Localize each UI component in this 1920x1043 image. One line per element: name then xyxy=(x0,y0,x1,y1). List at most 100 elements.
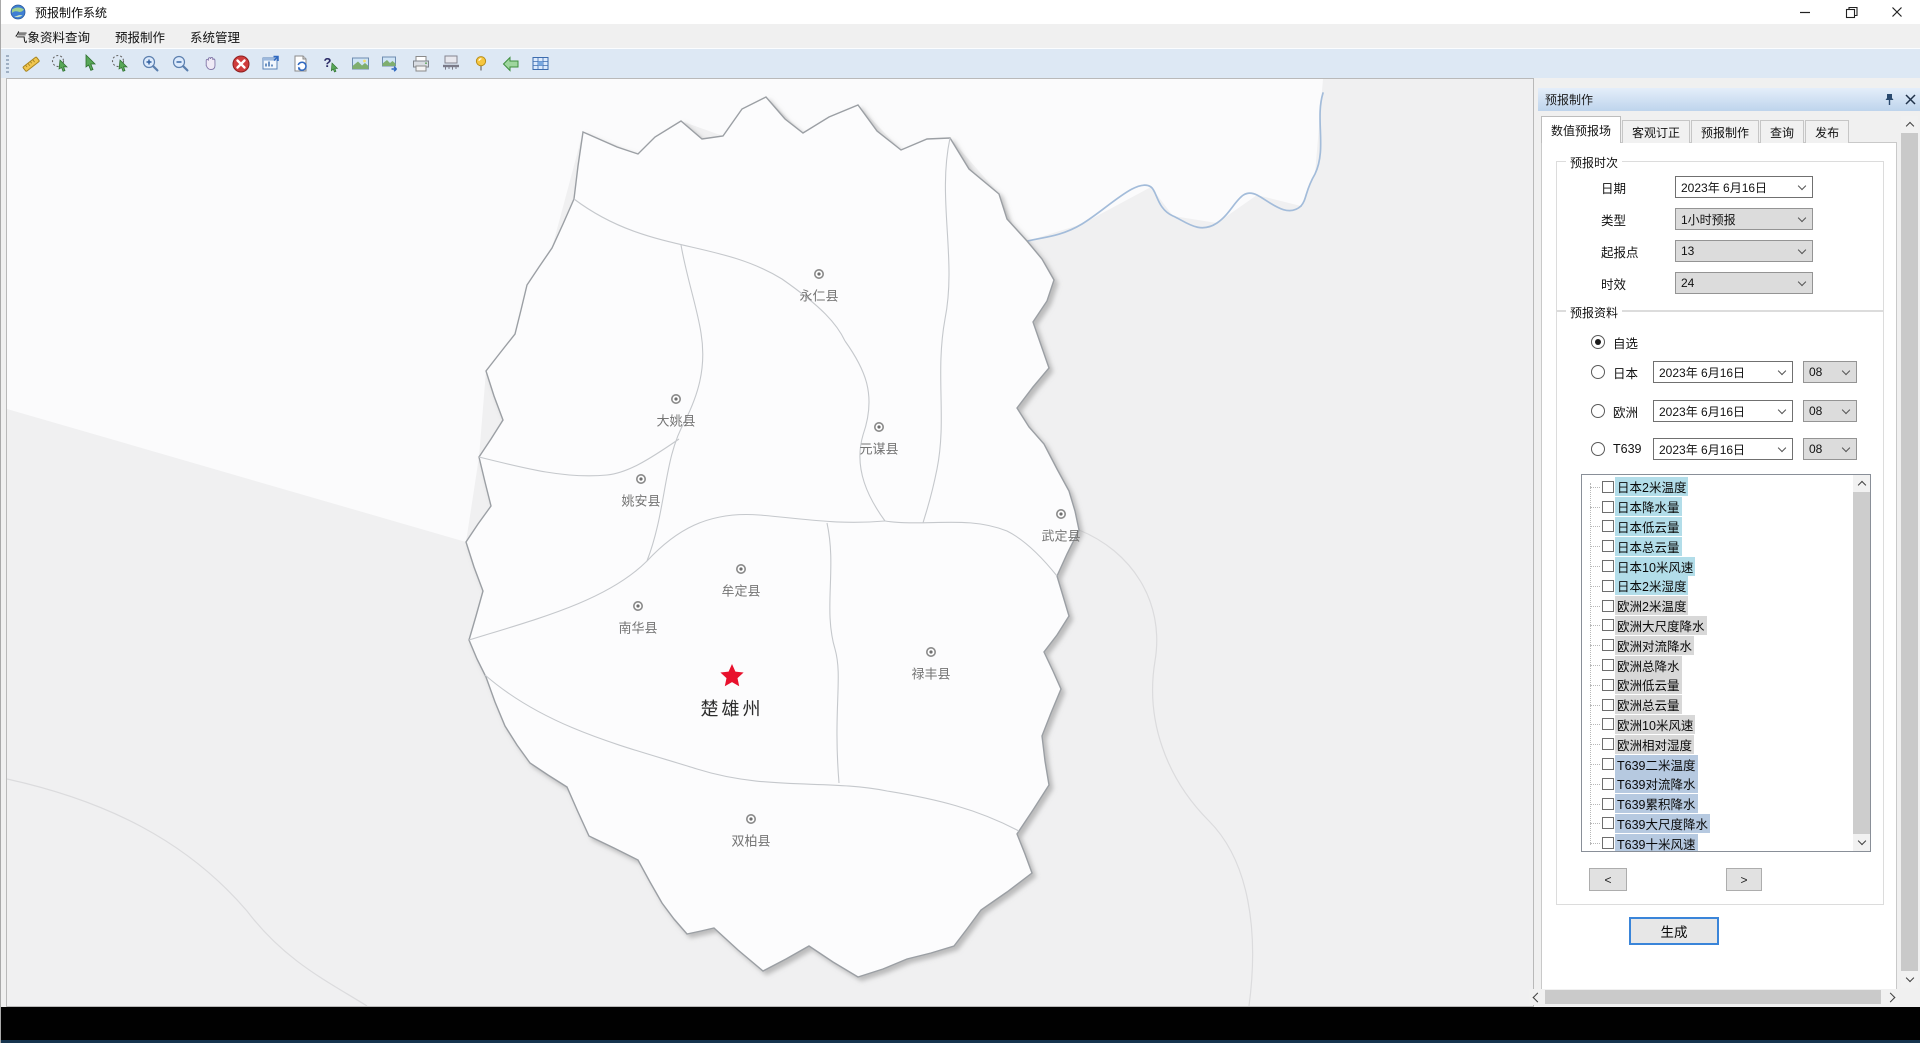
measure-ruler-icon[interactable] xyxy=(16,51,46,77)
dataset-checkbox[interactable] xyxy=(1602,619,1614,631)
dataset-checkbox[interactable] xyxy=(1602,659,1614,671)
dataset-checkbox[interactable] xyxy=(1602,699,1614,711)
dataset-checkbox[interactable] xyxy=(1602,798,1614,810)
dataset-checkbox[interactable] xyxy=(1602,778,1614,790)
menu-item-forecast-production[interactable]: 预报制作 xyxy=(104,25,176,47)
zoom-in-icon[interactable] xyxy=(136,51,166,77)
menu-item-system-management[interactable]: 系统管理 xyxy=(179,25,251,47)
dataset-row[interactable]: T639十米风速 xyxy=(1582,833,1853,852)
dataset-checkbox[interactable] xyxy=(1602,758,1614,770)
dataset-checkbox[interactable] xyxy=(1602,600,1614,612)
validity-select[interactable]: 24 xyxy=(1675,272,1813,294)
location-pin-icon[interactable] xyxy=(466,51,496,77)
dataset-checkbox[interactable] xyxy=(1602,639,1614,651)
t639-date-select[interactable]: 2023年 6月16日 xyxy=(1653,438,1793,460)
scroll-up-button[interactable] xyxy=(1853,475,1870,492)
t639-hour-select[interactable]: 08 xyxy=(1803,438,1857,460)
scroll-down-button[interactable] xyxy=(1853,834,1870,851)
tab-numeric-forecast-field[interactable]: 数值预报场 xyxy=(1541,116,1621,143)
dataset-row[interactable]: T639大尺度降水 xyxy=(1582,814,1853,834)
japan-source-radio[interactable] xyxy=(1591,365,1605,379)
dataset-row[interactable]: 日本10米风速 xyxy=(1582,556,1853,576)
panel-scroll-down-button[interactable] xyxy=(1901,971,1918,988)
dataset-row[interactable]: T639二米温度 xyxy=(1582,754,1853,774)
chart-window-icon[interactable] xyxy=(256,51,286,77)
tab-publish[interactable]: 发布 xyxy=(1805,120,1849,143)
dataset-row[interactable]: 欧洲总降水 xyxy=(1582,655,1853,675)
tab-forecast-production[interactable]: 预报制作 xyxy=(1691,120,1759,143)
zoom-out-icon[interactable] xyxy=(166,51,196,77)
panel-scroll-up-button[interactable] xyxy=(1901,116,1918,133)
minimize-button[interactable] xyxy=(1782,0,1828,24)
dataset-row[interactable]: 欧洲大尺度降水 xyxy=(1582,616,1853,636)
dataset-checkbox[interactable] xyxy=(1602,520,1614,532)
europe-hour-select[interactable]: 08 xyxy=(1803,400,1857,422)
pin-icon[interactable] xyxy=(1884,93,1895,106)
dataset-row[interactable]: 日本2米湿度 xyxy=(1582,576,1853,596)
close-button[interactable] xyxy=(1874,0,1920,24)
japan-hour-select[interactable]: 08 xyxy=(1803,361,1857,383)
dataset-row[interactable]: 欧洲低云量 xyxy=(1582,675,1853,695)
dataset-checkbox[interactable] xyxy=(1602,481,1614,493)
japan-date-select[interactable]: 2023年 6月16日 xyxy=(1653,361,1793,383)
dataset-row[interactable]: T639累积降水 xyxy=(1582,794,1853,814)
dataset-row[interactable]: 欧洲2米温度 xyxy=(1582,596,1853,616)
map-grid-icon[interactable] xyxy=(526,51,556,77)
toolbar-drag-handle[interactable] xyxy=(6,55,9,73)
dataset-row[interactable]: 日本低云量 xyxy=(1582,517,1853,537)
dataset-list-scrollbar[interactable] xyxy=(1853,475,1870,851)
dataset-checkbox[interactable] xyxy=(1602,718,1614,730)
panel-horizontal-scrollbar[interactable] xyxy=(1529,989,1899,1005)
previous-button[interactable]: < xyxy=(1589,868,1627,891)
dataset-checkbox[interactable] xyxy=(1602,738,1614,750)
t639-source-radio[interactable] xyxy=(1591,442,1605,456)
dataset-checkbox[interactable] xyxy=(1602,560,1614,572)
tab-objective-correction[interactable]: 客观订正 xyxy=(1622,120,1690,143)
dataset-row[interactable]: 日本总云量 xyxy=(1582,536,1853,556)
date-select[interactable]: 2023年 6月16日 xyxy=(1675,176,1813,198)
dataset-row[interactable]: 欧洲10米风速 xyxy=(1582,715,1853,735)
dataset-row[interactable]: 欧洲相对湿度 xyxy=(1582,734,1853,754)
dataset-row[interactable]: T639对流降水 xyxy=(1582,774,1853,794)
map-svg[interactable]: 永仁县大姚县元谋县姚安县武定县牟定县南华县禄丰县双柏县 楚雄州 xyxy=(7,79,1533,1006)
dataset-row[interactable]: 欧洲总云量 xyxy=(1582,695,1853,715)
pan-hand-icon[interactable] xyxy=(196,51,226,77)
printer-icon[interactable] xyxy=(406,51,436,77)
panel-close-icon[interactable] xyxy=(1905,94,1916,105)
zoom-region-icon[interactable] xyxy=(106,51,136,77)
select-region-icon[interactable] xyxy=(46,51,76,77)
map-area[interactable]: 永仁县大姚县元谋县姚安县武定县牟定县南华县禄丰县双柏县 楚雄州 xyxy=(6,78,1534,1007)
start-hour-select[interactable]: 13 xyxy=(1675,240,1813,262)
back-arrow-icon[interactable] xyxy=(496,51,526,77)
dataset-row[interactable]: 日本2米温度 xyxy=(1582,477,1853,497)
dataset-row[interactable]: 日本降水量 xyxy=(1582,497,1853,517)
custom-source-radio[interactable] xyxy=(1591,335,1605,349)
generate-button[interactable]: 生成 xyxy=(1629,917,1719,945)
maximize-restore-button[interactable] xyxy=(1828,0,1874,24)
horizontal-scroll-thumb[interactable] xyxy=(1545,990,1881,1004)
europe-date-select[interactable]: 2023年 6月16日 xyxy=(1653,400,1793,422)
dataset-checkbox[interactable] xyxy=(1602,580,1614,592)
menu-item-weather-data-query[interactable]: 气象资料查询 xyxy=(4,25,101,47)
europe-source-radio[interactable] xyxy=(1591,404,1605,418)
print-setup-icon[interactable] xyxy=(436,51,466,77)
stop-icon[interactable] xyxy=(226,51,256,77)
dataset-checkbox[interactable] xyxy=(1602,679,1614,691)
dataset-checkbox[interactable] xyxy=(1602,501,1614,513)
dataset-tree-list[interactable]: 日本2米温度 日本降水量 日本低云量 日本总云量 xyxy=(1581,474,1871,852)
panel-scroll-left-button[interactable] xyxy=(1529,989,1543,1005)
dataset-checkbox[interactable] xyxy=(1602,817,1614,829)
dataset-checkbox[interactable] xyxy=(1602,540,1614,552)
image-icon[interactable] xyxy=(346,51,376,77)
pointer-icon[interactable] xyxy=(76,51,106,77)
panel-scroll-right-button[interactable] xyxy=(1885,989,1899,1005)
type-select[interactable]: 1小时预报 xyxy=(1675,208,1813,230)
tab-query[interactable]: 查询 xyxy=(1760,120,1804,143)
dataset-checkbox[interactable] xyxy=(1602,837,1614,849)
dataset-row[interactable]: 欧洲对流降水 xyxy=(1582,635,1853,655)
refresh-document-icon[interactable] xyxy=(286,51,316,77)
next-button[interactable]: > xyxy=(1726,868,1762,891)
image-export-icon[interactable] xyxy=(376,51,406,77)
panel-vertical-scrollbar[interactable] xyxy=(1901,116,1918,988)
help-pointer-icon[interactable]: ? xyxy=(316,51,346,77)
